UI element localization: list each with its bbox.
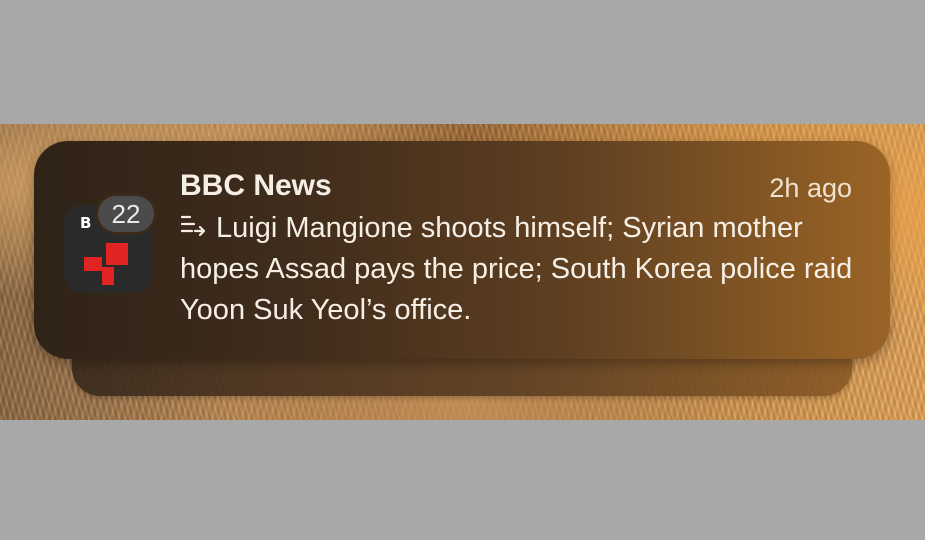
notification-count-badge: 22 bbox=[98, 196, 154, 232]
summary-lines-icon bbox=[180, 216, 206, 237]
notification-body-text: Luigi Mangione shoots himself; Syrian mo… bbox=[180, 212, 853, 326]
red-square-icon bbox=[102, 267, 114, 285]
notification-timestamp: 2h ago bbox=[769, 173, 852, 203]
notification-body: Luigi Mangione shoots himself; Syrian mo… bbox=[180, 208, 860, 331]
red-square-icon bbox=[106, 243, 128, 265]
bbc-logo-text: B bbox=[80, 214, 93, 232]
screenshot-stage: B 22 BBC News 2h ago Luigi Mangione shoo… bbox=[0, 0, 925, 540]
notification-app-name: BBC News bbox=[180, 169, 332, 202]
red-square-icon bbox=[84, 257, 102, 271]
